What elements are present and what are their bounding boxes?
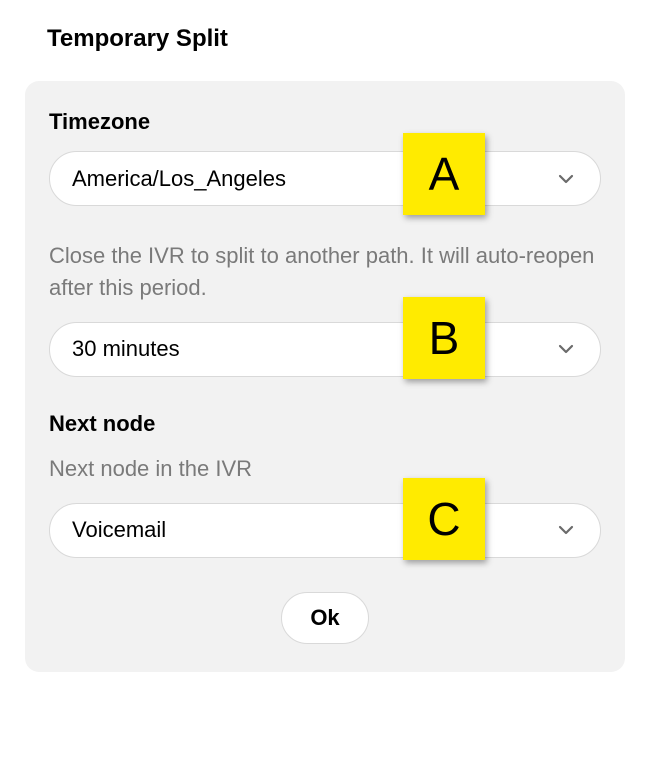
- chevron-down-icon: [556, 520, 576, 540]
- timezone-group: Timezone America/Los_Angeles A: [49, 109, 601, 206]
- timezone-select[interactable]: America/Los_Angeles: [49, 151, 601, 206]
- ok-button[interactable]: Ok: [281, 592, 368, 644]
- next-node-select[interactable]: Voicemail: [49, 503, 601, 558]
- chevron-down-icon: [556, 339, 576, 359]
- duration-helper: Close the IVR to split to another path. …: [49, 240, 601, 304]
- settings-panel: Timezone America/Los_Angeles A Close the…: [25, 81, 625, 672]
- duration-group: Close the IVR to split to another path. …: [49, 240, 601, 377]
- timezone-label: Timezone: [49, 109, 601, 135]
- chevron-down-icon: [556, 169, 576, 189]
- duration-select[interactable]: 30 minutes: [49, 322, 601, 377]
- page-title: Temporary Split: [25, 25, 625, 53]
- duration-value: 30 minutes: [72, 336, 556, 362]
- next-node-label: Next node: [49, 411, 601, 437]
- next-node-value: Voicemail: [72, 517, 556, 543]
- timezone-value: America/Los_Angeles: [72, 166, 556, 192]
- next-node-helper: Next node in the IVR: [49, 453, 601, 485]
- next-node-group: Next node Next node in the IVR Voicemail…: [49, 411, 601, 558]
